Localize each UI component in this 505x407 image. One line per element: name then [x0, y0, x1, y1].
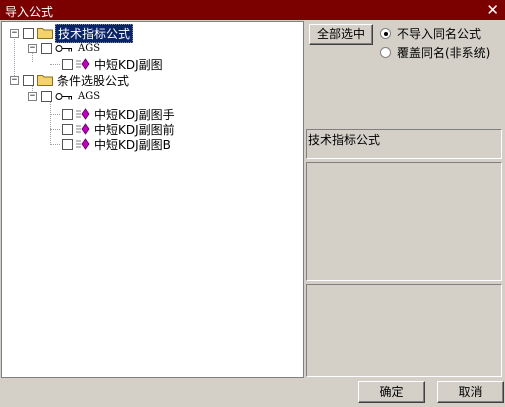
- radio-label: 不导入同名公式: [397, 27, 482, 41]
- tree-node-label: 中短KDJ副图B: [94, 137, 171, 152]
- tree-connector: [50, 129, 60, 130]
- cancel-button[interactable]: 取消: [437, 381, 504, 403]
- tree-node-label: AGS: [78, 90, 101, 102]
- checkbox[interactable]: [41, 42, 52, 54]
- tree-node-indicator-formulas[interactable]: − 技术指标公式: [10, 23, 134, 43]
- formula-icon: [76, 108, 90, 120]
- select-all-button[interactable]: 全部选中: [309, 24, 373, 45]
- tree-node-ags[interactable]: − AGS: [28, 88, 102, 104]
- formula-icon: [76, 58, 90, 70]
- tree-node-formula[interactable]: 中短KDJ副图B: [62, 136, 173, 152]
- checkbox[interactable]: [41, 90, 52, 102]
- tree-node-formula[interactable]: 中短KDJ副图: [62, 56, 165, 72]
- tree-node-ags[interactable]: − AGS: [28, 40, 102, 56]
- checkbox[interactable]: [62, 58, 73, 70]
- collapse-icon[interactable]: −: [28, 91, 37, 101]
- folder-icon: [37, 75, 53, 86]
- radio-no-import[interactable]: 不导入同名公式: [380, 25, 481, 42]
- radio-overwrite[interactable]: 覆盖同名(非系统): [380, 44, 490, 61]
- radio-label: 覆盖同名(非系统): [397, 46, 491, 60]
- tree-node-label: 条件选股公式: [57, 73, 130, 88]
- tree-node-condition-formulas[interactable]: − 条件选股公式: [10, 72, 131, 88]
- checkbox[interactable]: [62, 108, 73, 120]
- radio-icon[interactable]: [380, 47, 391, 58]
- tree-node-label: 中短KDJ副图: [94, 57, 163, 72]
- tree-connector: [50, 114, 60, 115]
- category-panel: 技术指标公式: [306, 129, 502, 159]
- key-icon: [55, 92, 72, 100]
- tree-connector: [50, 98, 51, 145]
- ok-button[interactable]: 确定: [358, 381, 425, 403]
- collapse-icon[interactable]: −: [10, 75, 19, 85]
- window-title: 导入公式: [5, 5, 54, 19]
- tree-connector: [50, 64, 60, 65]
- checkbox[interactable]: [23, 27, 34, 39]
- description-panel: [306, 162, 502, 281]
- radio-selected-icon[interactable]: [380, 28, 391, 39]
- checkbox[interactable]: [62, 138, 73, 150]
- close-icon[interactable]: ✕: [486, 1, 499, 19]
- formula-icon: [76, 138, 90, 150]
- formula-tree[interactable]: − 技术指标公式 − AGS 中短KDJ副图 − 条件选股公式 − AGS 中短…: [1, 21, 304, 378]
- key-icon: [55, 44, 72, 52]
- checkbox[interactable]: [62, 123, 73, 135]
- collapse-icon[interactable]: −: [10, 28, 19, 38]
- category-text: 技术指标公式: [308, 133, 381, 147]
- folder-icon: [37, 28, 53, 39]
- checkbox[interactable]: [23, 74, 34, 86]
- tree-connector: [50, 144, 60, 145]
- tree-node-label: AGS: [78, 42, 101, 54]
- formula-icon: [76, 123, 90, 135]
- collapse-icon[interactable]: −: [28, 43, 37, 53]
- detail-panel: [306, 284, 502, 377]
- title-bar: 导入公式 ✕: [0, 0, 505, 20]
